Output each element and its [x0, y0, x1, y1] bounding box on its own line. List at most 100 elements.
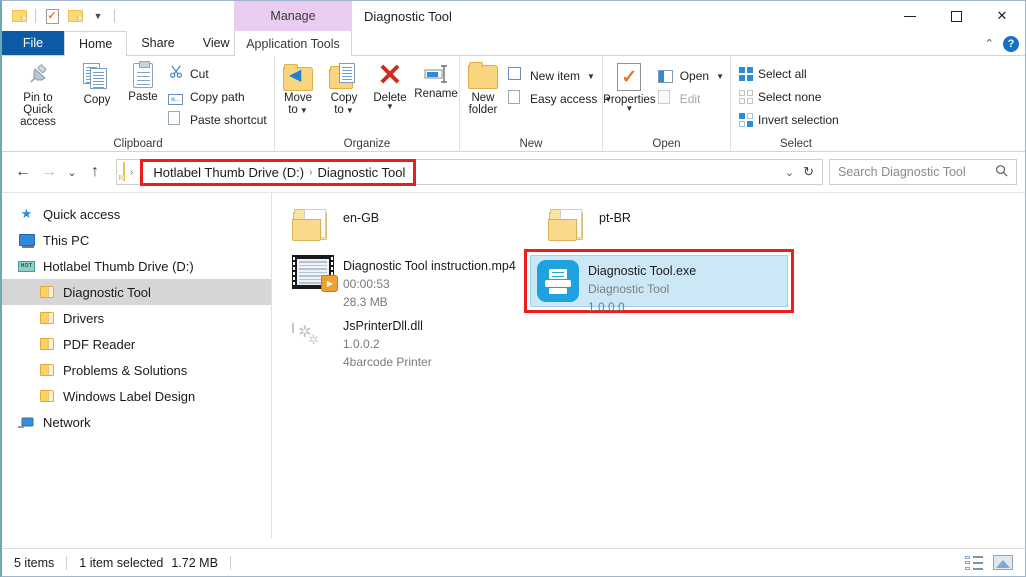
copy-to-icon: [329, 63, 359, 89]
search-placeholder: Search Diagnostic Tool: [838, 165, 966, 179]
easy-access-button[interactable]: Easy access ▼: [506, 89, 618, 109]
tab-application-tools-label: Application Tools: [246, 37, 340, 51]
folder-icon: [38, 310, 55, 327]
ribbon-group-clipboard-title: Clipboard: [113, 138, 163, 150]
forward-button[interactable]: →: [36, 159, 62, 185]
breadcrumb-separator-1: ›: [309, 166, 313, 178]
delete-caret-icon[interactable]: ▼: [386, 103, 394, 111]
file-item-pt-br[interactable]: ✲✲ pt-BR: [542, 203, 792, 253]
ribbon-tab-bar-right: ⌃ ?: [985, 31, 1019, 56]
sidebar-item-label: Network: [43, 414, 91, 430]
sidebar-item-pdf-reader[interactable]: PDF Reader: [2, 331, 271, 357]
properties-icon[interactable]: [43, 7, 61, 25]
search-input[interactable]: Search Diagnostic Tool: [829, 159, 1017, 185]
breadcrumb-item-folder[interactable]: Diagnostic Tool: [317, 165, 405, 180]
paste-button[interactable]: Paste: [120, 60, 166, 103]
sidebar-item-windows-label-design[interactable]: Windows Label Design: [2, 383, 271, 409]
tab-share[interactable]: Share: [127, 31, 188, 55]
sidebar-item-drivers[interactable]: Drivers: [2, 305, 271, 331]
tab-home[interactable]: Home: [64, 31, 128, 56]
invert-selection-button[interactable]: Invert selection: [737, 110, 845, 130]
tab-view-label: View: [202, 36, 230, 50]
file-item-en-gb[interactable]: ✲✲ en-GB: [286, 203, 536, 253]
recent-locations-button[interactable]: ⌄: [62, 159, 82, 185]
easy-access-label: Easy access: [530, 92, 598, 106]
status-selection-size: 1.72 MB: [171, 555, 218, 570]
breadcrumb-item-drive[interactable]: Hotlabel Thumb Drive (D:): [153, 165, 304, 180]
properties-caret-icon[interactable]: ▼: [625, 105, 633, 113]
delete-button[interactable]: ✕ Delete ▼: [367, 60, 413, 111]
search-icon: [995, 164, 1008, 180]
properties-button[interactable]: Properties ▼: [603, 60, 656, 113]
file-item-meta: pt-BR: [599, 207, 631, 227]
minimize-button[interactable]: [887, 1, 933, 31]
copy-label: Copy: [83, 94, 111, 106]
folder-icon: [38, 388, 55, 405]
file-name: Diagnostic Tool instruction.mp4: [343, 259, 516, 273]
file-item-diagnostic-tool-instruction-mp4[interactable]: Diagnostic Tool instruction.mp4 00:00:53…: [286, 251, 536, 315]
collapse-ribbon-icon[interactable]: ⌃: [985, 37, 994, 50]
cut-button[interactable]: Cut: [166, 64, 273, 84]
cut-label: Cut: [190, 67, 209, 81]
open-label: Open: [679, 69, 710, 83]
open-button[interactable]: Open ▼: [656, 66, 730, 86]
address-dropdown-icon[interactable]: ⌄: [785, 166, 794, 179]
sidebar-item-label: This PC: [43, 232, 90, 248]
back-button[interactable]: ←: [10, 159, 36, 185]
ribbon-group-select-title: Select: [780, 138, 812, 150]
address-folder-icon: [123, 162, 125, 181]
move-to-button[interactable]: ◀ Move to ▼: [275, 60, 321, 117]
tab-file-label: File: [22, 36, 44, 50]
paste-shortcut-button[interactable]: Paste shortcut: [166, 110, 273, 130]
folder-with-gear-icon: ✲✲: [292, 207, 334, 249]
customize-quick-access-caret-icon[interactable]: ▼: [89, 7, 107, 25]
new-item-icon: [508, 67, 525, 85]
help-icon[interactable]: ?: [1003, 35, 1019, 52]
copy-path-button[interactable]: w... Copy path: [166, 87, 273, 107]
sidebar-item-diagnostic-tool[interactable]: Diagnostic Tool: [2, 279, 271, 305]
address-bar[interactable]: › Hotlabel Thumb Drive (D:) › Diagnostic…: [116, 158, 823, 186]
file-detail-company: 4barcode Printer: [343, 355, 432, 369]
ribbon: Pin to Quick access Copy Paste Cut w... …: [2, 56, 1025, 152]
large-icons-view-icon[interactable]: [993, 555, 1013, 570]
file-name: JsPrinterDll.dll: [343, 319, 423, 333]
tab-file[interactable]: File: [2, 31, 64, 55]
file-detail-size: 28.3 MB: [343, 295, 388, 309]
select-all-icon: [739, 67, 753, 81]
qat-divider: [35, 9, 36, 23]
select-all-button[interactable]: Select all: [737, 64, 845, 84]
ribbon-group-organize-title: Organize: [343, 138, 391, 150]
tab-application-tools[interactable]: Application Tools: [234, 31, 352, 57]
status-bar: 5 items 1 item selected 1.72 MB: [2, 548, 1025, 576]
details-view-icon[interactable]: [965, 555, 983, 570]
copy-to-button[interactable]: Copy to ▼: [321, 60, 367, 117]
new-folder-button[interactable]: New folder: [460, 60, 506, 116]
close-icon: ✕: [996, 8, 1008, 23]
copy-button[interactable]: Copy: [74, 60, 120, 106]
up-button[interactable]: ↑: [82, 159, 108, 185]
select-none-button[interactable]: Select none: [737, 87, 845, 107]
sidebar-item-problems-and-solutions[interactable]: Problems & Solutions: [2, 357, 271, 383]
breadcrumb-separator-0: ›: [130, 166, 134, 178]
qat-folder-icon[interactable]: [10, 7, 28, 25]
file-item-jsprinterdll-dll[interactable]: ✲ ✲ JsPrinterDll.dll 1.0.0.2 4barcode Pri…: [286, 311, 536, 375]
refresh-icon[interactable]: ↻: [803, 164, 814, 180]
sidebar-item-quick-access[interactable]: ★ Quick access: [2, 201, 271, 227]
sidebar-item-label: Diagnostic Tool: [63, 284, 151, 300]
file-list-pane[interactable]: ✲✲ en-GB ✲✲: [272, 193, 1025, 538]
copy-path-icon: w...: [168, 88, 185, 106]
sidebar-item-hotlabel-thumb-drive[interactable]: HOT Hotlabel Thumb Drive (D:): [2, 253, 271, 279]
new-folder-label: New folder: [468, 92, 498, 116]
rename-button[interactable]: Rename: [413, 60, 459, 100]
sidebar-item-this-pc[interactable]: This PC: [2, 227, 271, 253]
rename-label: Rename: [414, 88, 458, 100]
maximize-button[interactable]: [933, 1, 979, 31]
sidebar-item-network[interactable]: Network: [2, 409, 271, 435]
new-item-button[interactable]: New item ▼: [506, 66, 618, 86]
pin-to-quick-access-button[interactable]: Pin to Quick access: [2, 60, 74, 128]
close-button[interactable]: ✕: [979, 1, 1025, 31]
clipboard-small-commands: Cut w... Copy path Paste shortcut: [166, 60, 273, 130]
new-folder-icon[interactable]: [66, 7, 84, 25]
file-item-diagnostic-tool-exe[interactable]: Diagnostic Tool.exe Diagnostic Tool 1.0.…: [530, 255, 788, 314]
move-to-text: Move to: [283, 92, 313, 116]
